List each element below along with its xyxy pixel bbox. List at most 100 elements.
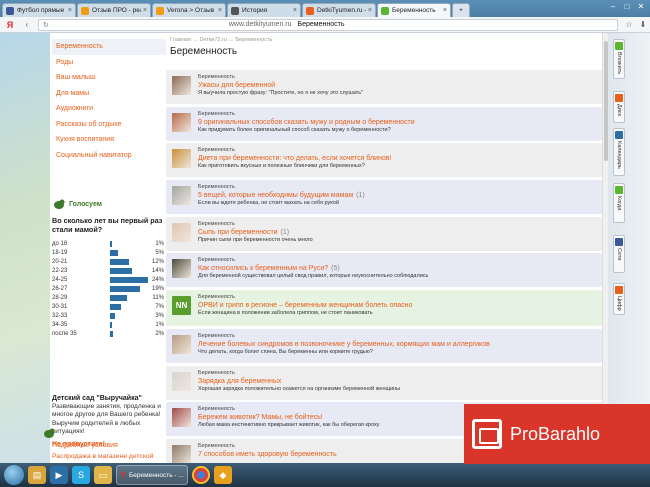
article-card[interactable]: Беременность 9 оригинальных способов сказ… xyxy=(166,106,602,141)
article-title-link[interactable]: Зарядка для беременных xyxy=(198,378,596,385)
download-icon[interactable]: ⬇ xyxy=(636,19,650,31)
sidebar-item[interactable]: Ваш малыш xyxy=(52,70,166,86)
media-player-icon[interactable]: ▶ xyxy=(50,466,68,484)
tab-close-icon[interactable]: × xyxy=(143,7,147,14)
bookmark-star-icon[interactable]: ☆ xyxy=(622,19,636,31)
article-thumbnail[interactable] xyxy=(172,334,191,354)
maximize-icon[interactable]: □ xyxy=(620,1,634,12)
article-thumbnail[interactable] xyxy=(172,112,191,132)
explorer-icon[interactable]: ▤ xyxy=(28,466,46,484)
article-category[interactable]: Беременность xyxy=(198,74,596,81)
url-field[interactable]: ↻ www.detkityumen.ru Беременность xyxy=(38,18,618,31)
start-button[interactable] xyxy=(4,465,24,485)
sidebar-item[interactable]: Роды xyxy=(52,55,166,71)
back-icon[interactable]: ‹ xyxy=(20,19,34,31)
article-category[interactable]: Беременность xyxy=(198,333,596,340)
browser-tab[interactable]: История × xyxy=(227,3,301,17)
browser-tab[interactable]: Футбол прямые тран× xyxy=(2,3,76,17)
browser-tab[interactable]: Verona > Отзыв ПРО× xyxy=(152,3,226,17)
tab-close-icon[interactable]: × xyxy=(68,7,72,14)
article-thumbnail[interactable] xyxy=(172,259,191,279)
article-title-link[interactable]: Ужасы для беременной xyxy=(198,82,596,89)
article-thumbnail[interactable] xyxy=(172,444,191,463)
close-window-icon[interactable]: ✕ xyxy=(634,1,648,12)
article-card[interactable]: Беременность Лечение болевых синдромов в … xyxy=(166,328,602,363)
article-title-link[interactable]: Сыпь при беременности (1) xyxy=(198,229,596,236)
nn-logo-icon[interactable]: NN xyxy=(172,296,191,316)
side-panel-tab[interactable]: Цифр xyxy=(613,283,625,315)
poll-bar xyxy=(110,330,114,337)
yandex-logo-icon[interactable]: Я xyxy=(0,20,20,30)
page-title: Беременность xyxy=(170,46,238,57)
article-category[interactable]: Беременность xyxy=(198,370,596,377)
article-thumbnail[interactable] xyxy=(172,149,191,169)
dont-miss-link[interactable]: Распродажа в магазине детской xyxy=(52,453,166,460)
folder-icon[interactable]: ▭ xyxy=(94,466,112,484)
article-card[interactable]: Беременность 5 вещей, которые необходимы … xyxy=(166,180,602,215)
article-card[interactable]: Беременность Диета при беременности: что … xyxy=(166,143,602,178)
article-title-link[interactable]: ОРВИ и грипп в регионе – беременным женщ… xyxy=(198,302,596,309)
article-card[interactable]: NN Беременность ОРВИ и грипп в регионе – б… xyxy=(166,290,602,327)
article-thumbnail[interactable] xyxy=(172,222,191,242)
browser-tab[interactable]: Отзыв ПРО - реальн× xyxy=(77,3,151,17)
sidebar-item[interactable]: Для мамы xyxy=(52,86,166,102)
poll-bar-track xyxy=(110,321,150,328)
article-title[interactable]: 7 способов иметь здоровую беременность xyxy=(198,451,337,458)
article-card[interactable]: Беременность Сыпь при беременности (1) Прич… xyxy=(166,216,602,251)
skype-icon[interactable]: S xyxy=(72,466,90,484)
article-card[interactable]: Беременность Ужасы для беременной Я выучил… xyxy=(166,70,602,104)
article-title-link[interactable]: 9 оригинальных способов сказать мужу и р… xyxy=(198,119,596,126)
article-category[interactable]: Беременность xyxy=(198,111,596,118)
tab-close-icon[interactable]: × xyxy=(443,7,447,14)
new-tab-button[interactable]: + xyxy=(452,3,470,17)
sidebar-item[interactable]: Аудиокниги xyxy=(52,101,166,117)
sidebar-item[interactable]: Рассказы об отдыхе xyxy=(52,117,166,133)
article-title[interactable]: 9 оригинальных способов сказать мужу и р… xyxy=(198,119,415,126)
side-panel-tab[interactable]: Вложить xyxy=(613,39,625,79)
side-panel-tab[interactable]: Когда xyxy=(613,183,625,223)
reload-icon[interactable]: ↻ xyxy=(43,21,49,29)
article-title[interactable]: ОРВИ и грипп в регионе – беременным женщ… xyxy=(198,302,412,309)
tab-label: История xyxy=(242,7,268,14)
sidebar-item[interactable]: Социальный навигатор xyxy=(52,148,166,164)
minimize-icon[interactable]: – xyxy=(606,1,620,12)
article-title-link[interactable]: Диета при беременности: что делать, если… xyxy=(198,155,596,162)
side-panel-tab[interactable]: Календарь xyxy=(613,128,625,176)
article-title-link[interactable]: Как относились к беременным на Руси? (5) xyxy=(198,265,596,272)
article-thumbnail[interactable] xyxy=(172,186,191,206)
side-panel-tab[interactable]: Сети xyxy=(613,235,625,273)
browser-tab[interactable]: Беременность × xyxy=(377,3,451,17)
taskbar-active-browser[interactable]: Y Беременность - ... xyxy=(116,465,188,485)
article-card[interactable]: Беременность Зарядка для беременных Хороша… xyxy=(166,365,602,400)
article-title[interactable]: 5 вещей, которые необходимы будущим мама… xyxy=(198,192,353,199)
article-title[interactable]: Диета при беременности: что делать, если… xyxy=(198,155,391,162)
breadcrumb[interactable]: Главная → Dетки72.ru → Беременность xyxy=(170,37,602,42)
article-title[interactable]: Зарядка для беременных xyxy=(198,378,281,385)
chrome-icon[interactable] xyxy=(192,466,210,484)
article-category[interactable]: Беременность xyxy=(198,184,596,191)
sidebar-item[interactable]: Кухня воспитания xyxy=(52,132,166,148)
article-category[interactable]: Беременность xyxy=(198,294,596,301)
article-title[interactable]: Лечение болевых синдромов в позвоночнике… xyxy=(198,341,490,348)
article-title[interactable]: Как относились к беременным на Руси? xyxy=(198,265,328,272)
article-category[interactable]: Беременность xyxy=(198,257,596,264)
article-category[interactable]: Беременность xyxy=(198,147,596,154)
article-title[interactable]: Бережем животик? Мамы, не бойтесь! xyxy=(198,414,323,421)
article-thumbnail[interactable] xyxy=(172,76,191,95)
tab-close-icon[interactable]: × xyxy=(293,7,297,14)
sidebar-item[interactable]: Беременность xyxy=(52,39,166,55)
article-title-link[interactable]: Лечение болевых синдромов в позвоночнике… xyxy=(198,341,596,348)
tab-close-icon[interactable]: × xyxy=(218,7,222,14)
article-thumbnail[interactable] xyxy=(172,371,191,391)
article-thumbnail[interactable] xyxy=(172,408,191,428)
tab-close-icon[interactable]: × xyxy=(368,7,372,14)
article-card[interactable]: Беременность Как относились к беременным … xyxy=(166,253,602,288)
browser-tab[interactable]: DetkiTyumen.ru - тюм× xyxy=(302,3,376,17)
article-category[interactable]: Беременность xyxy=(198,221,596,228)
app-icon[interactable]: ◆ xyxy=(214,466,232,484)
article-title-link[interactable]: 5 вещей, которые необходимы будущим мама… xyxy=(198,192,596,199)
article-title[interactable]: Ужасы для беременной xyxy=(198,82,275,89)
side-panel-tab[interactable]: Диск xyxy=(613,91,625,123)
article-title[interactable]: Сыпь при беременности xyxy=(198,229,278,236)
poll-percent: 3% xyxy=(155,312,164,319)
